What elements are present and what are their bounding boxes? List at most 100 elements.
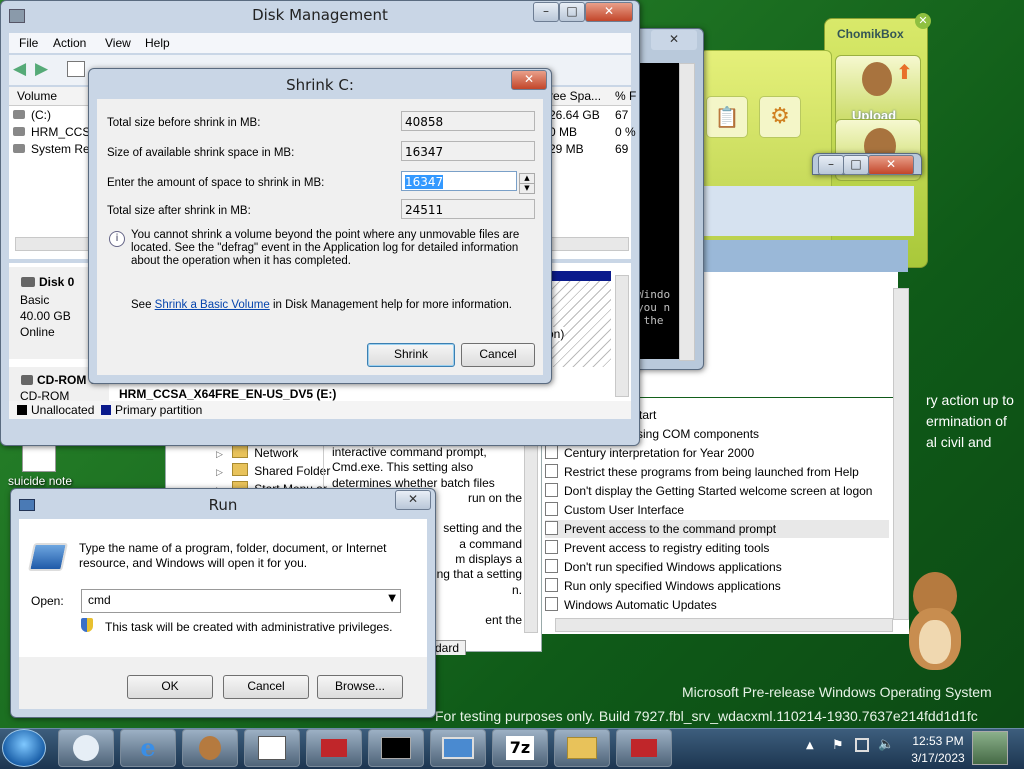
command-prompt-icon[interactable] (368, 729, 424, 767)
folder-icon (232, 463, 249, 476)
menu-file[interactable]: File (19, 36, 38, 50)
dm-menubar: File Action View Help (9, 33, 631, 53)
chomikbox-title: ChomikBox (837, 27, 904, 41)
show-desktop-button[interactable] (972, 731, 1008, 765)
shrink-close-button[interactable]: ✕ (511, 70, 547, 90)
disk0-name: Disk 0 (39, 275, 75, 289)
spin-down-button[interactable]: ▼ (519, 183, 535, 194)
explorer-nav-item[interactable]: ▷ Shared Folder (216, 463, 330, 478)
up-arrow-icon: ⬆ (896, 60, 913, 84)
cmd-line: you n (637, 301, 671, 314)
run-description: Type the name of a program, folder, docu… (79, 541, 387, 570)
clock-time[interactable]: 12:53 PM (908, 734, 968, 748)
forward-arrow-icon[interactable]: ▶ (35, 59, 48, 79)
flag-icon[interactable]: ⚑ (832, 738, 844, 753)
cmd-line: Windo (637, 288, 671, 301)
shrink-cancel-button[interactable]: Cancel (461, 343, 535, 367)
expand-arrow-icon[interactable]: ▷ (216, 449, 223, 459)
volume-muted-icon[interactable]: 🔈 (878, 737, 894, 752)
run-cancel-button[interactable]: Cancel (223, 675, 309, 699)
policy-item[interactable]: Don't run specified Windows applications (545, 558, 889, 576)
policy-item[interactable]: Restrict these programs from being launc… (545, 463, 889, 481)
gear-icon[interactable]: ⚙ (759, 96, 801, 138)
col-percent-free[interactable]: % F (615, 89, 636, 103)
policy-item[interactable]: Don't display the Getting Started welcom… (545, 482, 889, 500)
shrink-button[interactable]: Shrink (367, 343, 455, 367)
explorer-folder-icon[interactable] (554, 729, 610, 767)
gpedit-vscroll[interactable] (893, 288, 909, 620)
note-label[interactable]: suicide note (8, 474, 72, 488)
disk-management-taskbar-icon[interactable] (430, 729, 486, 767)
shrink-help-link[interactable]: Shrink a Basic Volume (155, 299, 270, 311)
policy-item[interactable]: Century interpretation for Year 2000 (545, 444, 889, 462)
gpedit-hscroll[interactable] (555, 618, 893, 632)
policy-item-label: Run only specified Windows applications (564, 579, 781, 593)
clock-date[interactable]: 3/17/2023 (908, 751, 968, 765)
gpedit-minimize-button[interactable]: – (818, 155, 844, 175)
chomikbox-taskbar-icon[interactable] (182, 729, 238, 767)
internet-explorer-icon[interactable]: e (120, 729, 176, 767)
policy-item[interactable]: Start (631, 406, 889, 424)
dm-maximize-button[interactable]: □ (559, 2, 585, 22)
cdrom-icon (21, 375, 33, 385)
run-browse-button[interactable]: Browse... (317, 675, 403, 699)
gpedit-close-button[interactable]: ✕ (868, 155, 914, 175)
policy-item[interactable]: Prevent access to registry editing tools (545, 539, 889, 557)
hamster-mascot (905, 572, 967, 672)
shrink-amount-input[interactable]: 16347 (401, 171, 517, 191)
list-app-icon[interactable] (244, 729, 300, 767)
col-free-space[interactable]: ree Spa... (549, 89, 601, 103)
run-title: Run (208, 496, 238, 514)
7zip-icon[interactable]: 7z (492, 729, 548, 767)
menu-help[interactable]: Help (145, 36, 170, 50)
network-icon[interactable] (855, 738, 869, 752)
policy-item[interactable]: Prevent access to the command prompt (545, 520, 889, 538)
admin-note: This task will be created with administr… (105, 620, 393, 634)
disk-graph-vscroll[interactable] (615, 275, 629, 397)
policy-setting-icon (545, 578, 558, 592)
policy-item[interactable]: Custom User Interface (545, 501, 889, 519)
col-volume[interactable]: Volume (17, 89, 57, 103)
show-hidden-icons-icon[interactable]: ▲ (806, 740, 814, 751)
explorer-nav-item[interactable]: ▷ Network (216, 445, 298, 460)
policy-setting-icon (545, 445, 558, 459)
policy-item[interactable]: Run only specified Windows applications (545, 577, 889, 595)
uac-shield-icon (81, 618, 93, 632)
volume-free-space: 0 MB (549, 125, 578, 139)
cmd-close-button[interactable]: ✕ (651, 30, 697, 50)
legend-unallocated: Unallocated (31, 403, 95, 417)
chomikbox-close-icon[interactable]: ✕ (915, 13, 931, 29)
back-arrow-icon[interactable]: ◀ (13, 59, 26, 79)
clipboard-icon[interactable]: 📋 (706, 96, 748, 138)
run-close-button[interactable]: ✕ (395, 490, 431, 510)
volume-drive-icon (13, 110, 25, 119)
watermark-line-1: Microsoft Pre-release Windows Operating … (682, 684, 992, 700)
menu-action[interactable]: Action (53, 36, 86, 50)
run-ok-button[interactable]: OK (127, 675, 213, 699)
policy-item[interactable]: ssing COM components (631, 425, 889, 443)
disk0-size: 40.00 GB (20, 309, 71, 323)
menu-view[interactable]: View (105, 36, 131, 50)
gpedit-maximize-button[interactable]: □ (843, 155, 869, 175)
start-button[interactable] (2, 729, 46, 767)
policy-item-label: Custom User Interface (564, 503, 685, 517)
volume-percent-free: 69 (615, 142, 629, 156)
shrink-row-value: 16347 (405, 175, 444, 189)
policy-item[interactable]: Windows Automatic Updates (545, 596, 889, 614)
dm-minimize-button[interactable]: – (533, 2, 559, 22)
shrink-row-value: 40858 (405, 115, 444, 129)
description-scrollbar[interactable] (524, 441, 538, 633)
dm-close-button[interactable]: ✕ (585, 2, 633, 22)
cmd-scrollbar[interactable] (679, 63, 695, 361)
taskbar-orb-icon[interactable] (58, 729, 114, 767)
volume-name: (C:) (31, 108, 51, 122)
chevron-down-icon[interactable]: ▼ (388, 593, 396, 604)
expand-arrow-icon[interactable]: ▷ (216, 467, 223, 477)
chomikbox-upload-button[interactable]: ⬆ Upload (835, 55, 921, 127)
shrink-row-label: Enter the amount of space to shrink in M… (107, 177, 325, 189)
toolbox-2-icon[interactable] (616, 729, 672, 767)
open-combobox[interactable]: cmd ▼ (81, 589, 401, 613)
toolbox-icon[interactable] (306, 729, 362, 767)
console-tree-icon[interactable] (67, 61, 85, 77)
cdrom-volume-label: HRM_CCSA_X64FRE_EN-US_DV5 (E:) (119, 387, 337, 401)
